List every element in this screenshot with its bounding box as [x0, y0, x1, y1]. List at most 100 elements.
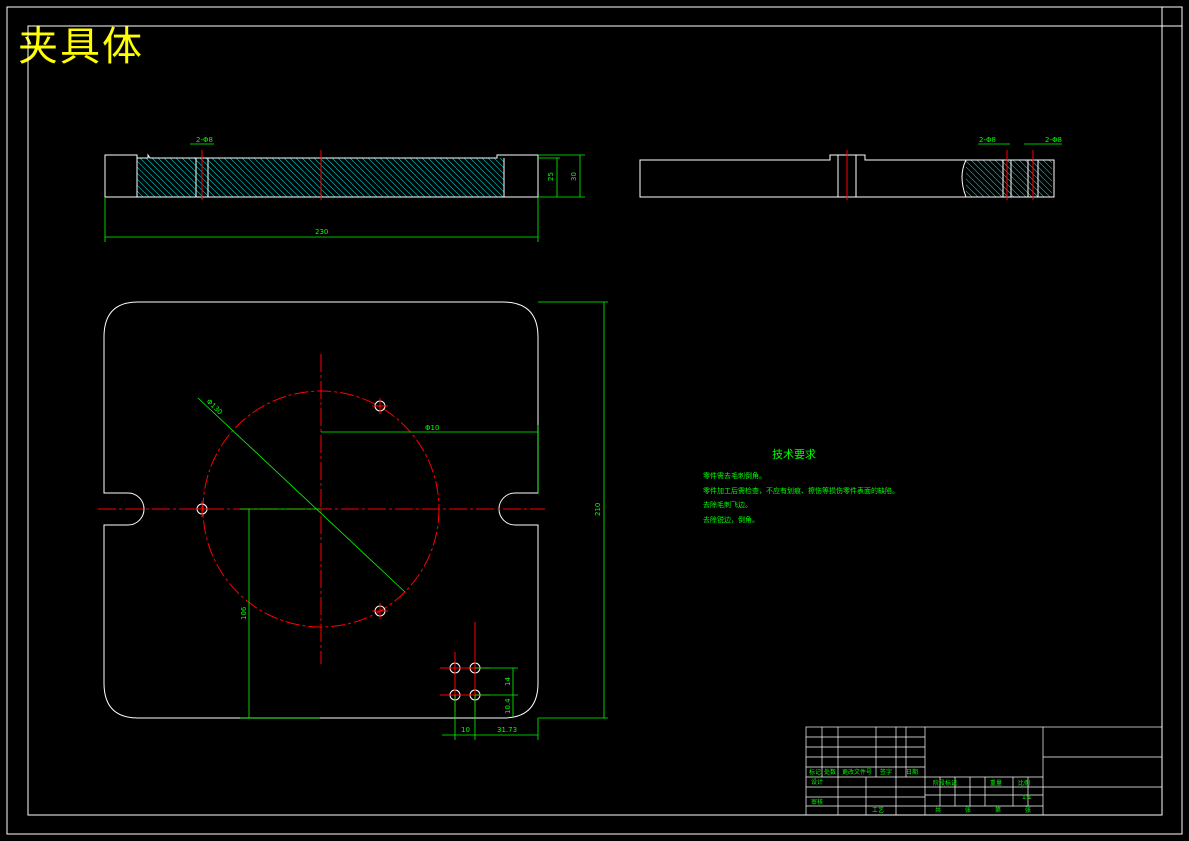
tb-label: 工艺: [872, 806, 884, 814]
tb-scale: 1:1: [1022, 794, 1032, 801]
hatch-line: [137, 184, 150, 197]
sheet-outer-border: [6, 6, 1183, 835]
hatch-line: [499, 158, 504, 163]
hatch-line: [403, 158, 444, 197]
hatch-line: [469, 158, 504, 193]
hatch-line: [199, 158, 240, 197]
tb-label: 重量: [990, 779, 1002, 787]
hatch-line: [1030, 160, 1052, 182]
tb-label: 日期: [906, 768, 918, 776]
hatch-line: [211, 158, 252, 197]
hatch-line: [145, 158, 186, 197]
hatch-line: [1036, 160, 1052, 176]
hatch-line: [337, 158, 378, 197]
tb-label: 张: [965, 806, 971, 814]
hatch-line: [223, 158, 264, 197]
tech-note-line: 零件需去毛刺倒角。: [703, 471, 766, 480]
hatch-line: [966, 160, 1003, 197]
hatch-line: [463, 158, 504, 197]
title-block: 标记 处数 更改文件号 签字 日期 设计 审核 工艺 阶段标记 重量 比例 1:…: [805, 726, 1163, 816]
hatch-line: [994, 160, 1033, 197]
hatch-line: [277, 158, 318, 197]
tech-note-line: 去除锐边，倒角。: [703, 515, 759, 524]
hatch-line: [349, 158, 390, 197]
hatch-line: [966, 178, 985, 197]
hatch-line: [151, 158, 192, 197]
tb-label: 阶段标记: [933, 779, 957, 787]
tb-label: 标记: [809, 768, 821, 776]
hatch-line: [139, 158, 180, 197]
hatch-line: [361, 158, 402, 197]
hatch-line: [421, 158, 462, 197]
hatch-line: [289, 158, 330, 197]
hatch-line: [229, 158, 270, 197]
hatch-line: [193, 158, 234, 197]
hatch-line: [493, 158, 504, 169]
tb-label: 审核: [811, 798, 823, 806]
hatch-line: [966, 184, 979, 197]
front-inner-height-dim: 25: [547, 172, 555, 181]
hatch-line: [379, 158, 420, 197]
front-section-view: 2-Φ8 230 25 30: [104, 136, 585, 242]
hatch-line: [235, 158, 276, 197]
technical-requirements: 技术要求 零件需去毛刺倒角。 零件加工后需检查，不应有划痕、擦伤等损伤零件表面的…: [703, 448, 899, 524]
tb-label: 处数: [824, 768, 836, 776]
hatch-line: [205, 158, 246, 197]
hatch-line: [247, 158, 288, 197]
hatch-line: [457, 158, 498, 197]
hatch-line: [415, 158, 456, 197]
hatch-line: [982, 160, 1021, 197]
plate-height-dim: 210: [594, 503, 602, 516]
hatch-line: [445, 158, 486, 197]
hatch-line: [319, 158, 360, 197]
bottom-right-dim: 31.73: [497, 726, 517, 734]
hatch-line: [271, 158, 312, 197]
hatch-line: [307, 158, 348, 197]
hatch-line: [1012, 160, 1051, 197]
front-width-dim: 230: [315, 228, 328, 236]
hatch-line: [325, 158, 366, 197]
hatch-line: [259, 158, 300, 197]
hatch-line: [137, 160, 174, 197]
tech-note-line: 零件加工后需检查，不应有划痕、擦伤等损伤零件表面的缺陷。: [703, 486, 899, 495]
hatch-line: [355, 158, 396, 197]
tb-label: 张: [1025, 806, 1031, 814]
hatch-line: [241, 158, 282, 197]
hatch-line: [475, 158, 504, 187]
hatch-line: [331, 158, 372, 197]
hatch-line: [385, 158, 426, 197]
hatch-line: [481, 158, 504, 181]
hatch-line: [966, 190, 973, 197]
tech-notes-heading: 技术要求: [772, 448, 816, 461]
hatch-line: [313, 158, 354, 197]
tb-label: 签字: [880, 768, 892, 776]
engineering-drawing: 2-Φ8 230 25 30 2-Φ8 2-Φ8 Φ130 Φ10 210 10…: [6, 6, 1183, 835]
corner-mark: [1161, 6, 1183, 27]
hatch-line: [1024, 160, 1052, 188]
front-hole-dim: 2-Φ8: [196, 136, 213, 144]
tech-note-line: 去除毛刺飞边。: [703, 500, 752, 509]
tb-label: 更改文件号: [842, 768, 872, 776]
small-vertical-dim: 14: [504, 677, 512, 686]
hatch-line: [427, 158, 468, 197]
hatch-line: [433, 158, 474, 197]
hatch-line: [976, 160, 1015, 197]
side-hole-dim-right: 2-Φ8: [1045, 136, 1062, 144]
hatch-line: [217, 158, 258, 197]
tb-label: 比例: [1018, 779, 1030, 787]
hatch-line: [137, 172, 162, 197]
hatch-line: [966, 196, 967, 197]
small-horizontal-dim: 10: [461, 726, 470, 734]
hatch-line: [373, 158, 414, 197]
hatch-line: [451, 158, 492, 197]
hatch-line: [409, 158, 450, 197]
hatch-line: [253, 158, 294, 197]
hatch-line: [343, 158, 384, 197]
horizontal-offset-dim: Φ10: [425, 424, 439, 432]
hatch-line: [397, 158, 438, 197]
hatch-line: [970, 160, 1009, 197]
hatch-line: [265, 158, 306, 197]
hatch-line: [137, 166, 168, 197]
hatch-line: [283, 158, 324, 197]
small-vertical-dim-2: 10.4: [504, 698, 512, 714]
